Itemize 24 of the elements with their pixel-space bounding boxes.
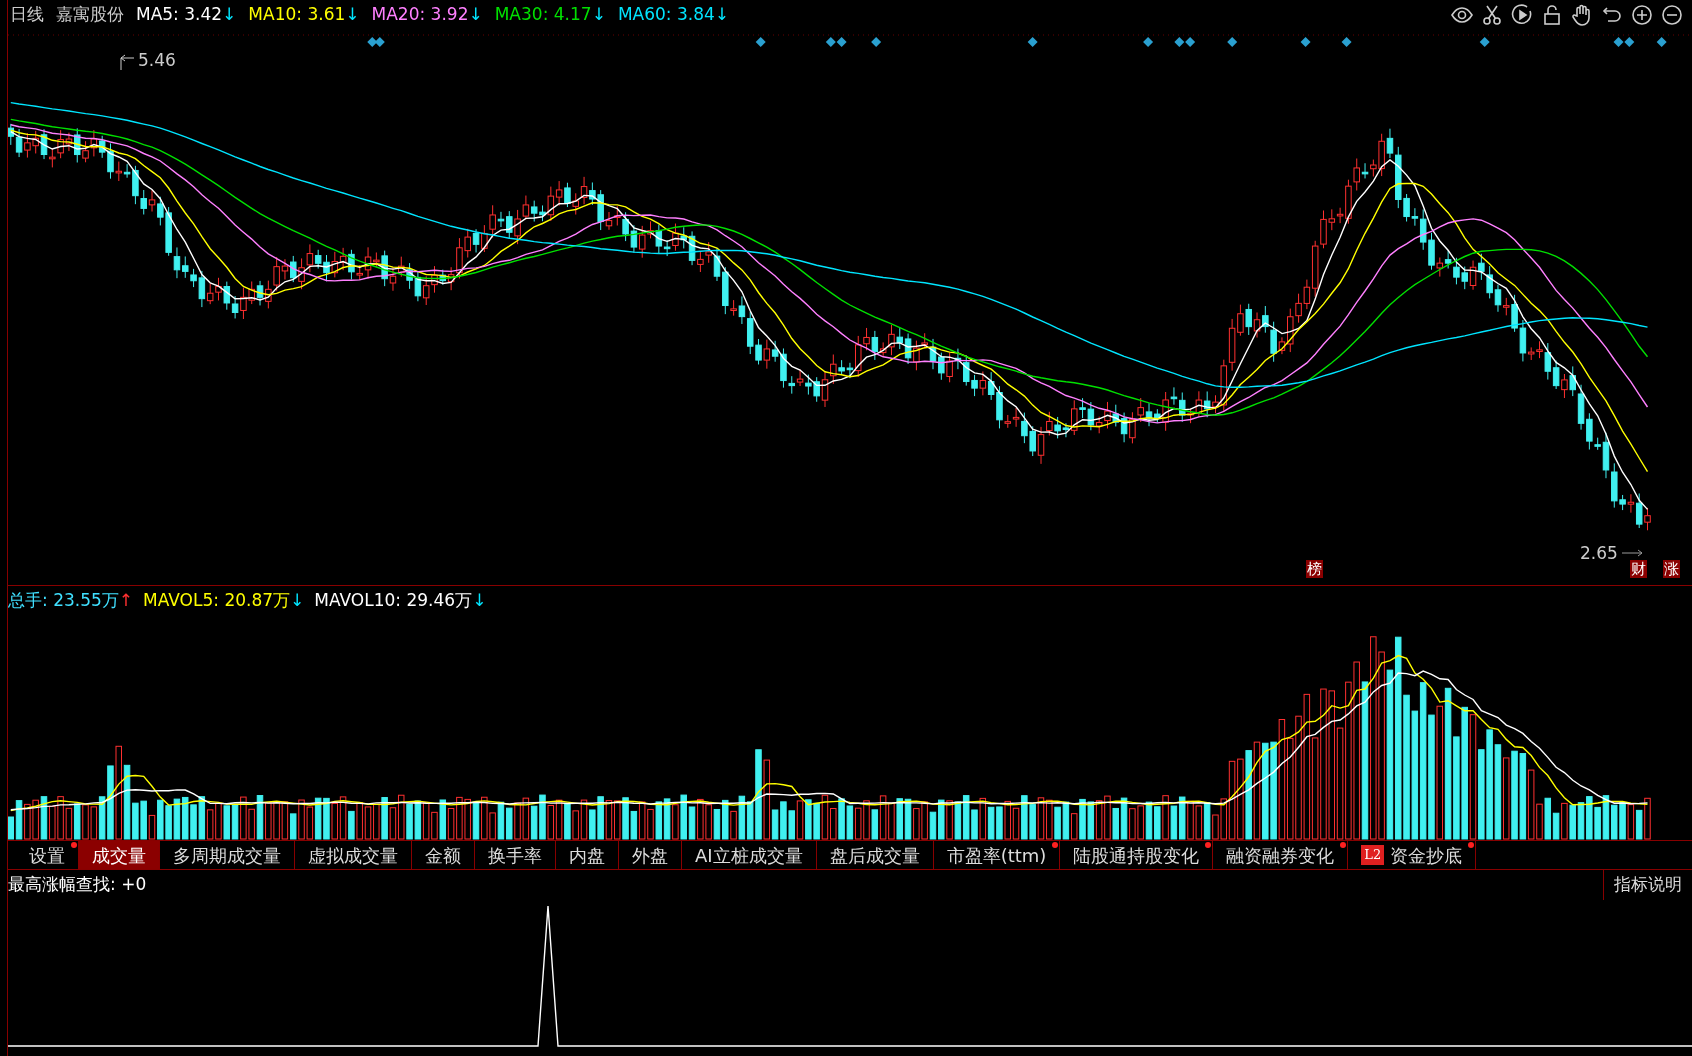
period-label: 日线 — [10, 3, 44, 27]
ma-value: MA10: 3.61↓ — [248, 3, 360, 27]
l2-badge: L2 — [1361, 845, 1385, 865]
ma-value: MA30: 4.17↓ — [494, 3, 606, 27]
ma-value: MA60: 3.84↓ — [617, 3, 730, 27]
play-circle-icon[interactable] — [1510, 3, 1534, 27]
volume-value: MAVOL10: 29.46万↓ — [314, 589, 487, 613]
leader-line — [120, 52, 134, 70]
ma-value: MA20: 3.92↓ — [371, 3, 483, 27]
ma-value: MA5: 3.42↓ — [136, 3, 237, 27]
low-price-label: 2.65 — [1580, 542, 1618, 565]
volume-value: 总手: 23.55万↑ — [8, 589, 134, 613]
indicator-tab[interactable]: 成交量 — [79, 841, 160, 869]
event-marker: 涨 — [1663, 560, 1680, 578]
zoom-out-icon[interactable] — [1660, 3, 1684, 27]
high-price-label: 5.46 — [138, 49, 176, 72]
indicator-title: 最高涨幅查找: +0 — [8, 873, 147, 897]
event-marker: 榜 — [1306, 560, 1323, 578]
stock-name: 嘉寓股份 — [56, 3, 124, 27]
zoom-in-icon[interactable] — [1630, 3, 1654, 27]
event-marker: 财 — [1630, 560, 1647, 578]
scissors-icon[interactable] — [1480, 3, 1504, 27]
leader-line — [1622, 548, 1644, 558]
volume-value: MAVOL5: 20.87万↓ — [143, 589, 305, 613]
